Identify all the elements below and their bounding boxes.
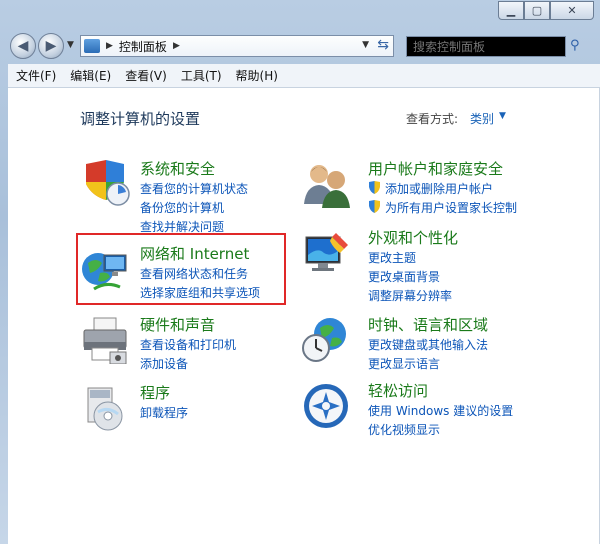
category-link[interactable]: 添加设备 bbox=[140, 355, 188, 372]
category-link[interactable]: 查看您的计算机状态 bbox=[140, 180, 248, 197]
category-title[interactable]: 程序 bbox=[140, 382, 170, 403]
breadcrumb-separator-icon[interactable]: ▶ bbox=[106, 41, 113, 51]
category-title[interactable]: 用户帐户和家庭安全 bbox=[368, 158, 503, 179]
view-by-dropdown[interactable]: 类别 bbox=[470, 110, 494, 127]
breadcrumb-chevron-icon[interactable]: ▶ bbox=[173, 41, 180, 51]
minimize-button[interactable]: ▁ bbox=[498, 1, 524, 20]
window-controls: ▁ ▢ ✕ bbox=[498, 1, 594, 20]
content-pane: 调整计算机的设置 查看方式: 类别 ▼ 系统和安全 查看您的计算机状态 备份您的… bbox=[8, 88, 600, 544]
forward-arrow-icon: ▶ bbox=[45, 38, 57, 54]
uac-shield-icon bbox=[369, 200, 380, 213]
uac-shield-icon bbox=[369, 181, 380, 194]
title-bar: ▁ ▢ ✕ bbox=[0, 0, 600, 30]
users-icon[interactable] bbox=[302, 160, 352, 208]
clock-globe-icon[interactable] bbox=[302, 316, 352, 364]
address-bar[interactable]: ▶ 控制面板 ▶ ▼ ⇆ bbox=[80, 35, 394, 57]
category-title[interactable]: 外观和个性化 bbox=[368, 227, 458, 248]
ease-of-access-icon[interactable] bbox=[302, 382, 352, 430]
printer-icon[interactable] bbox=[80, 316, 130, 364]
menu-file[interactable]: 文件(F) bbox=[16, 67, 56, 84]
highlight-box bbox=[76, 233, 286, 305]
navigation-bar: ◀ ▶ ▼ ▶ 控制面板 ▶ ▼ ⇆ ⚲ bbox=[0, 30, 600, 62]
menu-tools[interactable]: 工具(T) bbox=[181, 67, 222, 84]
view-by-label: 查看方式: bbox=[406, 112, 459, 126]
category-ease-of-access: 轻松访问 使用 Windows 建议的设置 优化视频显示 bbox=[302, 380, 562, 438]
category-link[interactable]: 添加或删除用户帐户 bbox=[368, 180, 493, 197]
category-link[interactable]: 更改显示语言 bbox=[368, 355, 440, 372]
view-by-chevron-icon[interactable]: ▼ bbox=[499, 111, 506, 121]
category-link[interactable]: 更改主题 bbox=[368, 249, 416, 266]
category-link[interactable]: 使用 Windows 建议的设置 bbox=[368, 402, 513, 419]
category-link[interactable]: 卸载程序 bbox=[140, 404, 188, 421]
category-clock-language: 时钟、语言和区域 更改键盘或其他输入法 更改显示语言 bbox=[302, 314, 542, 372]
category-appearance: 外观和个性化 更改主题 更改桌面背景 调整屏幕分辨率 bbox=[302, 227, 542, 303]
category-link[interactable]: 更改桌面背景 bbox=[368, 268, 440, 285]
recent-pages-dropdown[interactable]: ▼ bbox=[67, 40, 74, 50]
link-text[interactable]: 添加或删除用户帐户 bbox=[385, 182, 493, 196]
category-title[interactable]: 系统和安全 bbox=[140, 158, 215, 179]
breadcrumb-control-panel[interactable]: 控制面板 bbox=[119, 38, 167, 55]
category-link[interactable]: 更改键盘或其他输入法 bbox=[368, 336, 488, 353]
menu-help[interactable]: 帮助(H) bbox=[236, 67, 278, 84]
category-title[interactable]: 轻松访问 bbox=[368, 380, 428, 401]
category-system-security: 系统和安全 查看您的计算机状态 备份您的计算机 查找并解决问题 bbox=[80, 158, 280, 234]
category-link[interactable]: 调整屏幕分辨率 bbox=[368, 287, 452, 304]
back-arrow-icon: ◀ bbox=[17, 38, 29, 54]
menu-bar: 文件(F) 编辑(E) 查看(V) 工具(T) 帮助(H) bbox=[8, 64, 600, 88]
search-box[interactable] bbox=[406, 36, 566, 57]
category-link[interactable]: 优化视频显示 bbox=[368, 421, 440, 438]
search-icon[interactable]: ⚲ bbox=[570, 38, 580, 53]
category-hardware-sound: 硬件和声音 查看设备和打印机 添加设备 bbox=[80, 314, 280, 372]
programs-icon[interactable] bbox=[80, 384, 130, 432]
shield-icon[interactable] bbox=[80, 160, 130, 208]
window-frame: ▁ ▢ ✕ ◀ ▶ ▼ ▶ 控制面板 ▶ ▼ ⇆ ⚲ 文件(F) 编辑(E) 查… bbox=[0, 0, 600, 544]
maximize-button[interactable]: ▢ bbox=[524, 1, 550, 20]
refresh-icon[interactable]: ⇆ bbox=[377, 37, 389, 53]
category-link[interactable]: 备份您的计算机 bbox=[140, 199, 224, 216]
category-link[interactable]: 为所有用户设置家长控制 bbox=[368, 199, 517, 216]
menu-view[interactable]: 查看(V) bbox=[125, 67, 167, 84]
search-input[interactable] bbox=[413, 39, 563, 54]
monitor-paint-icon[interactable] bbox=[302, 229, 352, 277]
category-programs: 程序 卸载程序 bbox=[80, 382, 280, 438]
category-title[interactable]: 硬件和声音 bbox=[140, 314, 215, 335]
category-title[interactable]: 时钟、语言和区域 bbox=[368, 314, 488, 335]
link-text[interactable]: 为所有用户设置家长控制 bbox=[385, 201, 517, 215]
address-dropdown-icon[interactable]: ▼ bbox=[362, 40, 369, 50]
category-link[interactable]: 查看设备和打印机 bbox=[140, 336, 236, 353]
forward-button[interactable]: ▶ bbox=[38, 33, 64, 59]
page-title: 调整计算机的设置 bbox=[80, 110, 201, 128]
menu-edit[interactable]: 编辑(E) bbox=[70, 67, 111, 84]
category-user-accounts: 用户帐户和家庭安全 添加或删除用户帐户 为所有用户设置家长控制 bbox=[302, 158, 542, 218]
close-button[interactable]: ✕ bbox=[550, 1, 594, 20]
back-button[interactable]: ◀ bbox=[10, 33, 36, 59]
control-panel-icon bbox=[84, 39, 100, 53]
